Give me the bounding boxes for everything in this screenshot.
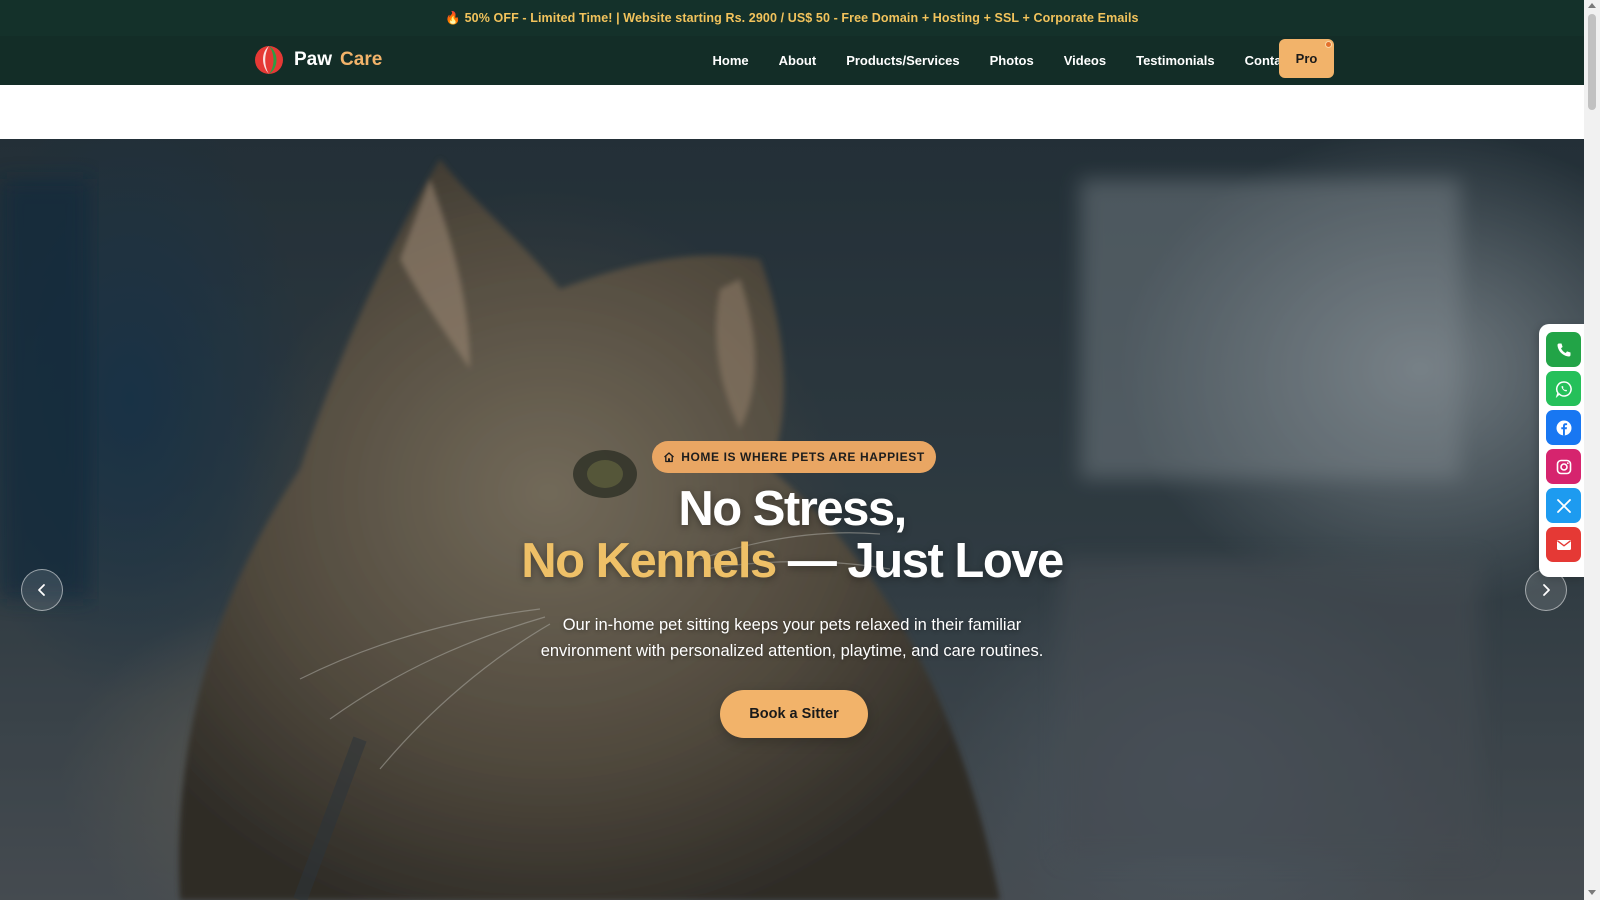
hero-headline-accent: No Kennels	[521, 534, 777, 588]
brand-logo[interactable]: Paw Care	[253, 42, 382, 78]
promo-text: 🔥 50% OFF - Limited Time! | Website star…	[445, 10, 1139, 25]
nav-home[interactable]: Home	[713, 53, 749, 68]
header-spacer	[0, 85, 1584, 139]
page-scrollbar[interactable]	[1584, 0, 1600, 900]
brand-word-accent: Care	[340, 49, 383, 70]
whatsapp-button[interactable]	[1546, 371, 1581, 406]
hero-slider: HOME IS WHERE PETS ARE HAPPIEST No Stres…	[0, 139, 1584, 900]
nav-videos[interactable]: Videos	[1064, 53, 1106, 68]
hero-headline-line1: No Stress,	[678, 482, 907, 536]
pro-button-label: Pro	[1295, 51, 1318, 66]
logo-icon	[255, 46, 283, 74]
mail-icon	[1556, 539, 1571, 550]
scroll-thumb[interactable]	[1588, 14, 1596, 110]
nav-testimonials[interactable]: Testimonials	[1136, 53, 1215, 68]
hero-badge-text: HOME IS WHERE PETS ARE HAPPIEST	[681, 450, 925, 464]
hero-badge: HOME IS WHERE PETS ARE HAPPIEST	[652, 441, 936, 473]
home-icon	[664, 452, 675, 463]
x-button[interactable]	[1546, 488, 1581, 523]
nav-links: Home About Products/Services Photos Vide…	[713, 36, 1293, 85]
scroll-down-arrow[interactable]	[1588, 890, 1596, 895]
hero-subtext: Our in-home pet sitting keeps your pets …	[540, 616, 1044, 660]
scroll-up-arrow[interactable]	[1588, 3, 1596, 8]
whatsapp-icon	[1555, 380, 1572, 398]
pro-button[interactable]: Pro	[1279, 39, 1334, 78]
slider-prev-button[interactable]	[21, 569, 63, 611]
facebook-icon	[1556, 420, 1571, 435]
instagram-icon	[1556, 459, 1571, 474]
chevron-right-icon	[1543, 584, 1550, 596]
brand-word-primary: Paw	[294, 49, 333, 70]
phone-icon	[1557, 343, 1570, 356]
hero-headline-line2: No Kennels — Just Love	[0, 533, 1584, 589]
x-icon	[1556, 498, 1571, 513]
email-button[interactable]	[1546, 527, 1581, 562]
main-nav: Paw Care Home About Products/Services Ph…	[0, 36, 1584, 85]
book-sitter-button[interactable]: Book a Sitter	[720, 690, 868, 738]
phone-button[interactable]	[1546, 332, 1581, 367]
instagram-button[interactable]	[1546, 449, 1581, 484]
nav-about[interactable]: About	[779, 53, 817, 68]
nav-products-services[interactable]: Products/Services	[846, 53, 959, 68]
chevron-left-icon	[38, 584, 45, 596]
hero-headline-rest: — Just Love	[775, 534, 1064, 588]
social-rail	[1539, 324, 1584, 577]
notification-dot	[1325, 41, 1332, 48]
promo-bar: 🔥 50% OFF - Limited Time! | Website star…	[0, 0, 1584, 36]
facebook-button[interactable]	[1546, 410, 1581, 445]
nav-photos[interactable]: Photos	[990, 53, 1034, 68]
hero-content: HOME IS WHERE PETS ARE HAPPIEST No Stres…	[0, 139, 1584, 900]
